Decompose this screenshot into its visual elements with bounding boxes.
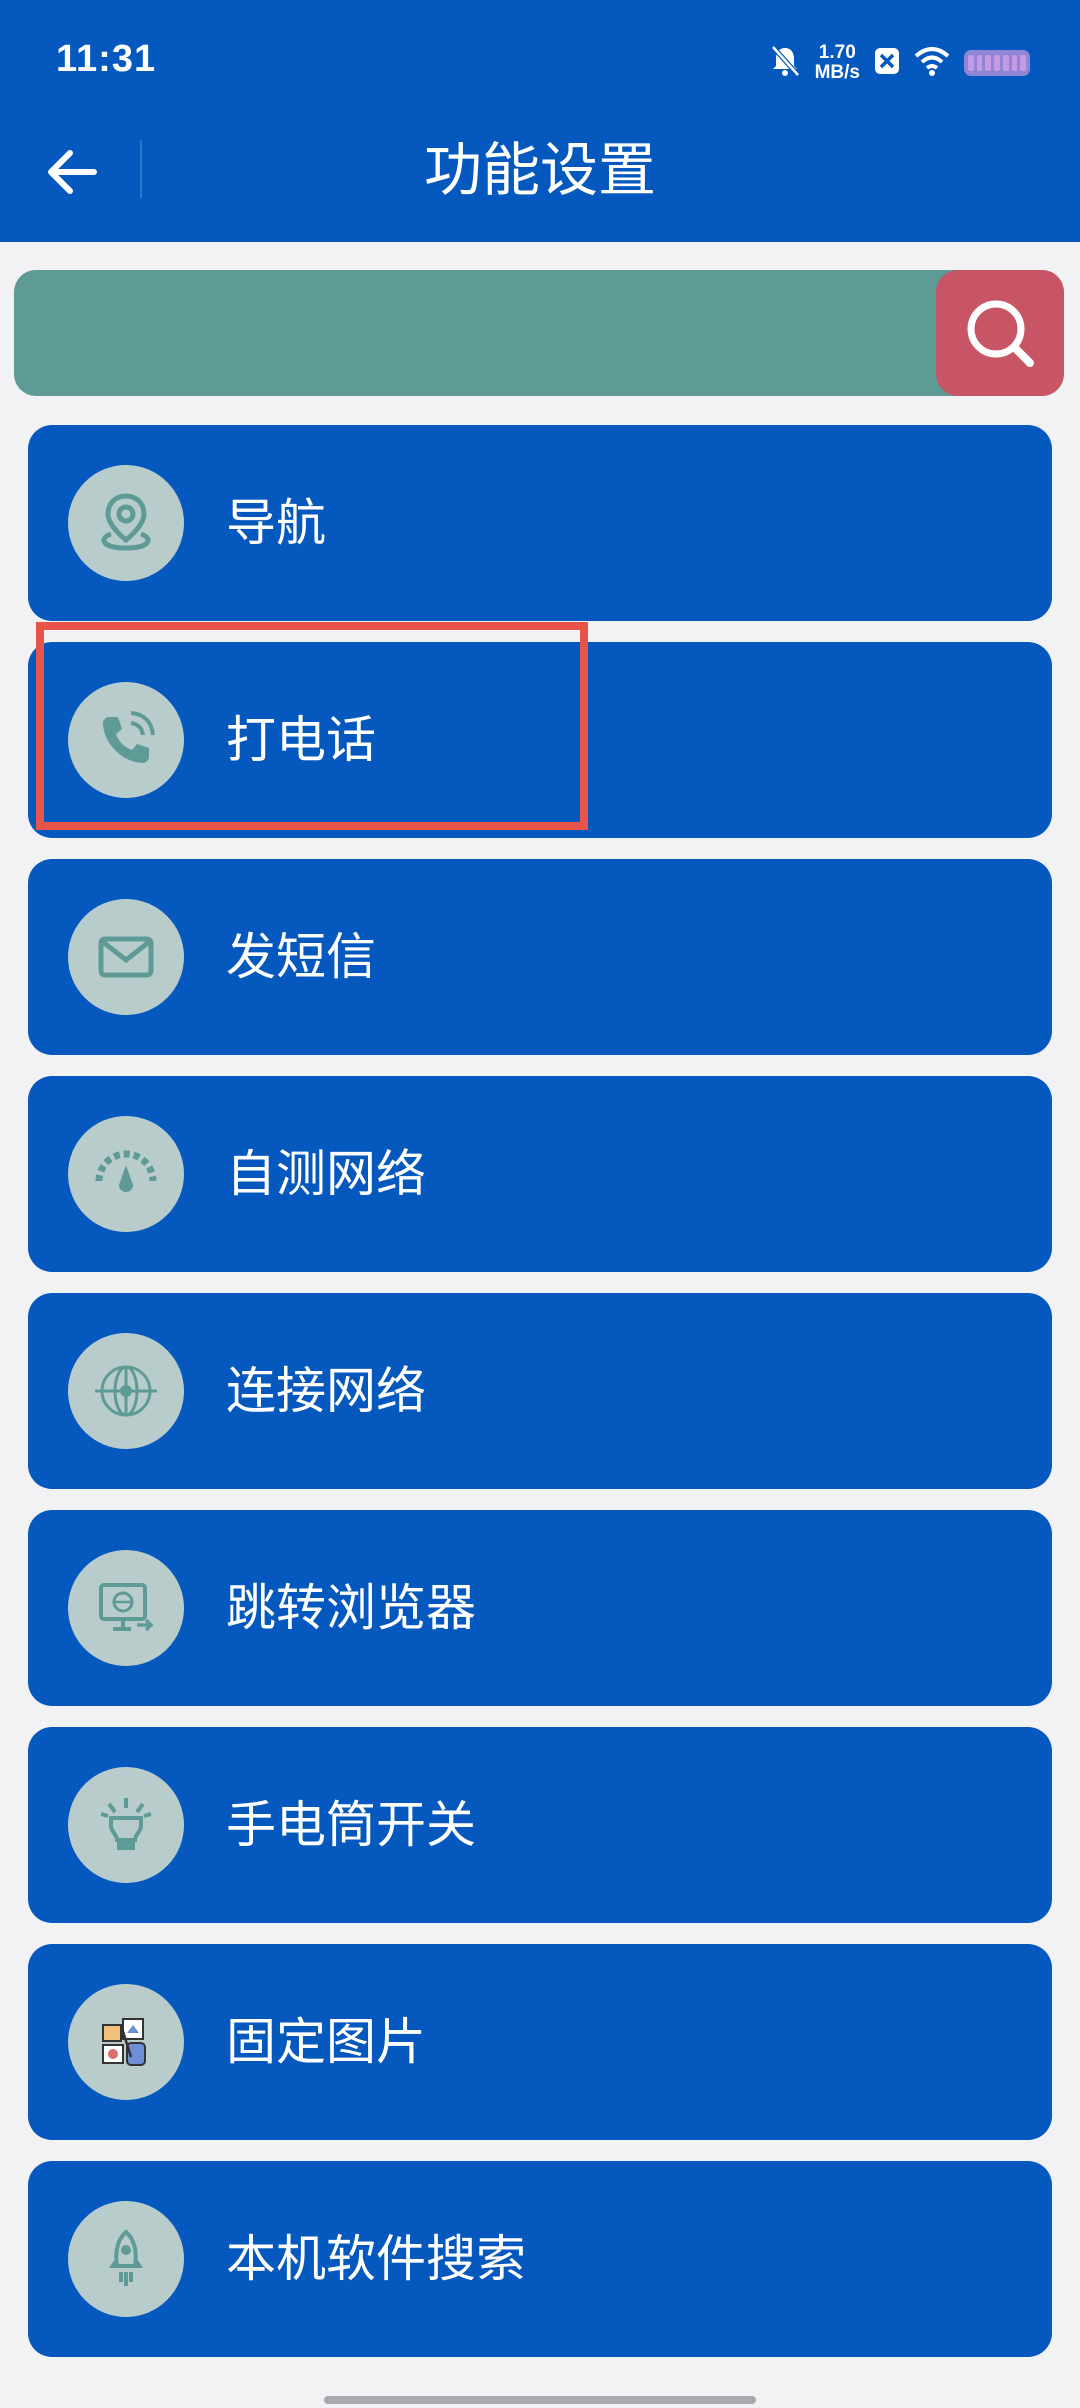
list-item-flashlight[interactable]: 手电筒开关	[28, 1727, 1052, 1923]
speedometer-icon	[68, 1116, 184, 1232]
item-label: 自测网络	[226, 1145, 426, 1203]
location-pin-icon	[68, 465, 184, 581]
flashlight-icon	[68, 1767, 184, 1883]
mute-bell-icon	[769, 44, 801, 82]
list-item-network-test[interactable]: 自测网络	[28, 1076, 1052, 1272]
list-item-open-browser[interactable]: 跳转浏览器	[28, 1510, 1052, 1706]
page-title: 功能设置	[423, 136, 656, 204]
list-item-call[interactable]: 打电话	[28, 642, 1052, 838]
globe-network-icon	[68, 1333, 184, 1449]
rocket-icon	[68, 2201, 184, 2317]
item-label: 发短信	[226, 928, 376, 986]
network-speed-unit: MB/s	[814, 62, 860, 83]
search-icon	[967, 300, 1034, 367]
network-speed-value: 1.70	[818, 42, 856, 63]
app-header: 11:31 1.70 MB/s 功能设置	[0, 0, 1080, 242]
list-item-connect-network[interactable]: 连接网络	[28, 1293, 1052, 1489]
item-label: 连接网络	[226, 1362, 426, 1420]
list-item-pin-image[interactable]: 固定图片	[28, 1944, 1052, 2140]
browser-monitor-icon	[68, 1550, 184, 1666]
list-item-sms[interactable]: 发短信	[28, 859, 1052, 1055]
search-bar	[14, 270, 1064, 396]
item-label: 固定图片	[226, 2013, 426, 2071]
notification-x-icon	[874, 47, 900, 79]
item-label: 打电话	[226, 711, 376, 769]
item-label: 手电筒开关	[226, 1796, 476, 1854]
search-input[interactable]	[14, 270, 939, 396]
network-speed: 1.70 MB/s	[815, 43, 860, 83]
phone-icon	[68, 682, 184, 798]
wifi-icon	[914, 46, 950, 80]
home-indicator[interactable]	[324, 2396, 756, 2404]
item-label: 导航	[226, 494, 326, 552]
list-item-navigation[interactable]: 导航	[28, 425, 1052, 621]
mail-icon	[68, 899, 184, 1015]
function-list: 导航 打电话 发短信 自测网络 连接网络 跳转浏览器 手电筒开关 固定图片 本机…	[28, 425, 1052, 2378]
status-icons: 1.70 MB/s	[769, 40, 1030, 86]
item-label: 本机软件搜索	[226, 2230, 526, 2288]
battery-icon	[964, 50, 1030, 76]
list-item-app-search[interactable]: 本机软件搜索	[28, 2161, 1052, 2357]
item-label: 跳转浏览器	[226, 1579, 476, 1637]
image-collage-icon	[68, 1984, 184, 2100]
search-button[interactable]	[936, 270, 1064, 396]
status-time: 11:31	[56, 38, 157, 80]
